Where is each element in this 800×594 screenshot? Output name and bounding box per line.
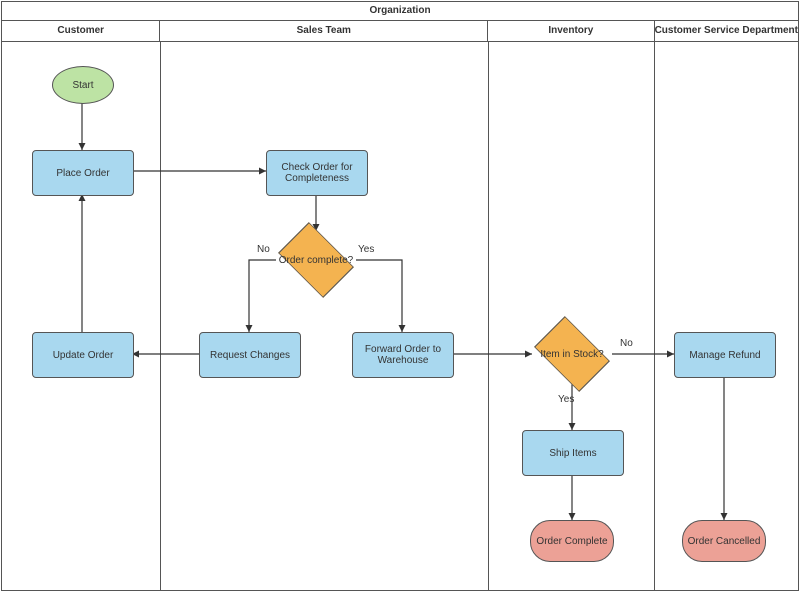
- order-cancelled-label: Order Cancelled: [688, 536, 761, 547]
- item-in-stock-label: Item in Stock?: [532, 349, 612, 360]
- check-order-node: Check Order for Completeness: [266, 150, 368, 196]
- lanes-header: Customer Sales Team Inventory Customer S…: [2, 21, 798, 42]
- start-node: Start: [52, 66, 114, 104]
- order-complete-label: Order complete?: [276, 255, 356, 266]
- lane-cs-header: Customer Service Department: [655, 21, 798, 41]
- lane-inventory-header: Inventory: [488, 21, 654, 41]
- order-complete-end: Order Complete: [530, 520, 614, 562]
- pool-title: Organization: [2, 2, 798, 21]
- lane-body: Start Place Order Check Order for Comple…: [2, 42, 798, 590]
- edge-label-yes-2: Yes: [558, 394, 574, 405]
- edge-label-yes-1: Yes: [358, 244, 374, 255]
- start-label: Start: [72, 80, 93, 91]
- check-order-label: Check Order for Completeness: [269, 162, 365, 184]
- update-order-label: Update Order: [53, 350, 114, 361]
- lane-sales-header: Sales Team: [160, 21, 488, 41]
- order-cancelled-end: Order Cancelled: [682, 520, 766, 562]
- item-in-stock-decision: Item in Stock?: [532, 326, 612, 382]
- request-changes-node: Request Changes: [199, 332, 301, 378]
- manage-refund-label: Manage Refund: [689, 350, 760, 361]
- swimlane-pool: Organization Customer Sales Team Invento…: [1, 1, 799, 591]
- lane-customer-header: Customer: [2, 21, 160, 41]
- place-order-node: Place Order: [32, 150, 134, 196]
- manage-refund-node: Manage Refund: [674, 332, 776, 378]
- ship-items-node: Ship Items: [522, 430, 624, 476]
- forward-warehouse-label: Forward Order to Warehouse: [355, 344, 451, 366]
- place-order-label: Place Order: [56, 168, 109, 179]
- order-complete-decision: Order complete?: [276, 232, 356, 288]
- ship-items-label: Ship Items: [549, 448, 596, 459]
- update-order-node: Update Order: [32, 332, 134, 378]
- order-complete-label: Order Complete: [536, 536, 607, 547]
- edge-label-no-1: No: [257, 244, 270, 255]
- forward-warehouse-node: Forward Order to Warehouse: [352, 332, 454, 378]
- request-changes-label: Request Changes: [210, 350, 290, 361]
- edge-label-no-2: No: [620, 338, 633, 349]
- edge-layer: [2, 42, 798, 590]
